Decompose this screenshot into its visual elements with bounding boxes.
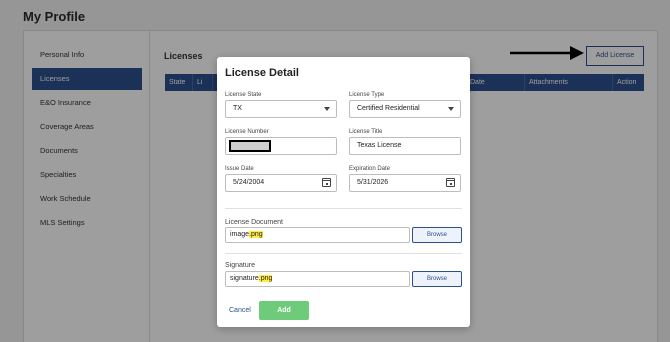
signature-label: Signature: [225, 262, 255, 269]
issue-date-input[interactable]: 5/24/2004: [225, 174, 337, 192]
divider: [225, 253, 462, 254]
signature-filename: signature: [230, 275, 259, 282]
signature-extension: .png: [258, 275, 273, 282]
expiration-date-label: Expiration Date: [349, 166, 391, 172]
issue-date-label: Issue Date: [225, 166, 254, 172]
license-document-filename: image: [230, 231, 250, 238]
chevron-down-icon: [448, 107, 454, 111]
license-number-input[interactable]: [225, 137, 337, 155]
license-number-label: License Number: [225, 129, 269, 135]
license-detail-modal: License Detail License State TX License …: [217, 57, 470, 327]
divider: [225, 208, 462, 209]
expiration-date-input[interactable]: 5/31/2026: [349, 174, 461, 192]
expiration-date-value: 5/31/2026: [357, 179, 389, 186]
redaction-block: [229, 140, 271, 152]
modal-title: License Detail: [225, 67, 299, 79]
license-title-label: License Title: [349, 129, 383, 135]
calendar-icon[interactable]: [322, 178, 331, 187]
issue-date-value: 5/24/2004: [233, 179, 265, 186]
signature-input[interactable]: signature.png: [225, 271, 410, 287]
license-type-value: Certified Residential: [357, 105, 420, 112]
signature-browse-button[interactable]: Browse: [412, 271, 462, 287]
license-document-label: License Document: [225, 219, 283, 226]
chevron-down-icon: [324, 107, 330, 111]
add-button[interactable]: Add: [259, 301, 309, 320]
license-document-input[interactable]: image.png: [225, 227, 410, 243]
license-state-value: TX: [233, 105, 242, 112]
license-state-select[interactable]: TX: [225, 100, 337, 118]
cancel-button[interactable]: Cancel: [229, 307, 251, 314]
license-title-input[interactable]: Texas License: [349, 137, 461, 155]
license-type-select[interactable]: Certified Residential: [349, 100, 461, 118]
license-state-label: License State: [225, 92, 262, 98]
license-document-browse-button[interactable]: Browse: [412, 227, 462, 243]
license-type-label: License Type: [349, 92, 385, 98]
license-document-extension: .png: [249, 231, 263, 238]
calendar-icon[interactable]: [446, 178, 455, 187]
